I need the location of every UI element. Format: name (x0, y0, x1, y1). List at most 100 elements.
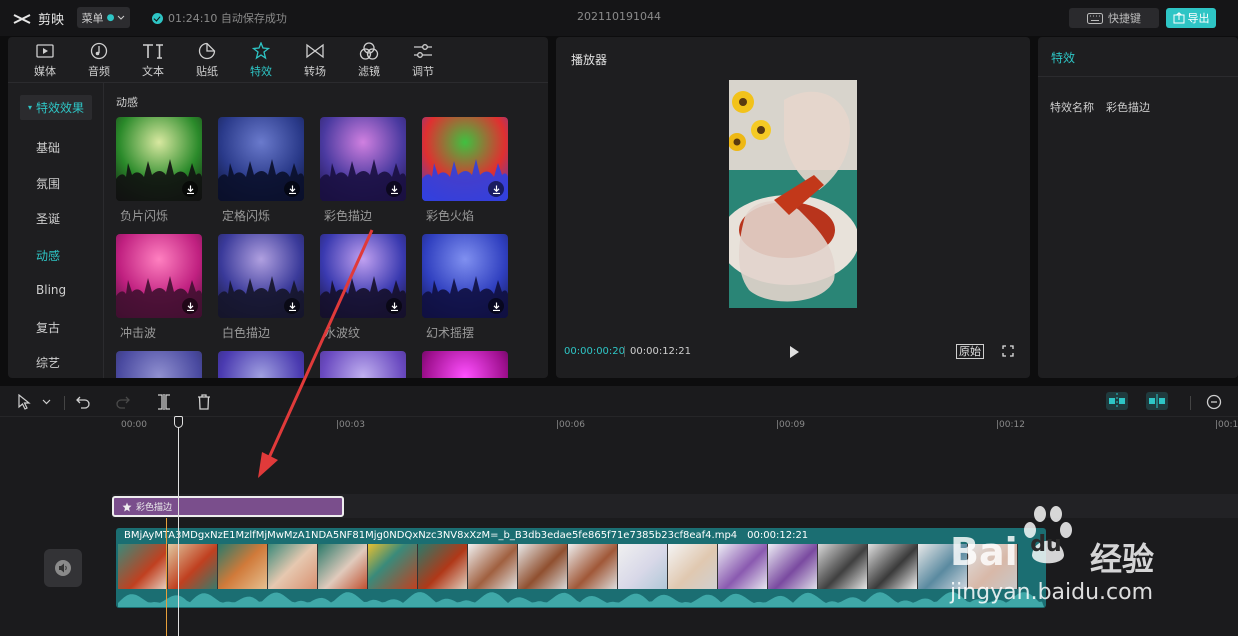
aspect-ratio-button[interactable]: 原始 (956, 344, 984, 359)
playhead-line[interactable] (178, 418, 179, 636)
speaker-icon (55, 560, 71, 576)
fullscreen-icon (1002, 345, 1014, 357)
shortcut-button[interactable]: 快捷键 (1069, 8, 1159, 28)
tab-media[interactable]: 媒体 (18, 37, 72, 83)
sidebar-item-dynamic[interactable]: 动感 (8, 247, 104, 264)
download-icon[interactable] (488, 181, 504, 197)
adjust-icon (413, 41, 433, 61)
sidebar-item-variety[interactable]: 综艺 (8, 354, 104, 371)
sidebar-item-christmas[interactable]: 圣诞 (8, 210, 104, 227)
tab-label: 媒体 (34, 65, 56, 78)
effect-label: 彩色描边 (324, 209, 373, 223)
effect-thumbnail (116, 117, 202, 201)
ruler-label: 00:00 (121, 420, 147, 430)
effect-card[interactable]: 彩色火焰 (422, 117, 508, 224)
undo-button[interactable] (76, 395, 90, 412)
ruler-label: |00:09 (776, 420, 805, 430)
fullscreen-button[interactable] (1002, 345, 1014, 360)
zoom-out-button[interactable] (1206, 394, 1222, 413)
ruler-label: |00:1 (1215, 420, 1238, 430)
effect-label: 冲击波 (120, 326, 157, 340)
filter-icon (359, 41, 379, 61)
sidebar-category-effects[interactable]: ▾ 特效效果 (20, 95, 92, 120)
effect-card[interactable] (320, 351, 406, 378)
toolbar-divider (1190, 396, 1191, 410)
tab-filter[interactable]: 滤镜 (342, 37, 396, 83)
redo-icon (116, 396, 130, 409)
link-clips-icon (1146, 392, 1168, 410)
crowd-silhouette (320, 351, 406, 378)
tab-sticker[interactable]: 贴纸 (180, 37, 234, 83)
redo-button[interactable] (116, 395, 130, 412)
effect-card[interactable]: 白色描边 (218, 234, 304, 341)
video-frame (318, 544, 368, 589)
top-bar: 剪映 菜单 ● 01:24:10 自动保存成功 202110191044 快捷键 … (0, 0, 1238, 36)
export-button[interactable]: 导出 (1166, 8, 1216, 28)
keyboard-icon (1087, 12, 1103, 24)
download-icon[interactable] (386, 181, 402, 197)
effect-card[interactable]: 水波纹 (320, 234, 406, 341)
media-panel: 媒体 音频 文本 贴纸 特效 转场 滤镜 调节 ▾ 特效效果 基础 氛围 圣诞 动… (8, 37, 548, 378)
track-mute-button[interactable] (44, 549, 82, 587)
download-icon[interactable] (284, 181, 300, 197)
sidebar-item-bling[interactable]: Bling (8, 283, 104, 297)
trash-icon (198, 394, 210, 410)
tab-label: 转场 (304, 65, 326, 78)
select-tool[interactable] (17, 393, 53, 413)
delete-button[interactable] (197, 394, 211, 413)
effect-card[interactable] (116, 351, 202, 378)
effect-card[interactable] (422, 351, 508, 378)
link-toggle[interactable] (1146, 392, 1168, 413)
player-panel: 播放器 00:00:00:20 00:00:12:21 原始 (556, 37, 1030, 378)
playhead-handle[interactable] (174, 416, 183, 428)
split-icon (158, 394, 170, 410)
split-button[interactable] (157, 394, 171, 413)
effect-card[interactable]: 彩色描边 (320, 117, 406, 224)
zoom-out-icon (1206, 394, 1222, 410)
project-title: 202110191044 (577, 10, 661, 23)
effect-card[interactable]: 负片闪烁 (116, 117, 202, 224)
sidebar-item-retro[interactable]: 复古 (8, 319, 104, 336)
shortcut-label: 快捷键 (1108, 12, 1141, 25)
sidebar-item-basic[interactable]: 基础 (8, 139, 104, 156)
tab-text[interactable]: 文本 (126, 37, 180, 83)
sidebar-item-atmosphere[interactable]: 氛围 (8, 175, 104, 192)
effect-card[interactable] (218, 351, 304, 378)
download-icon[interactable] (284, 298, 300, 314)
tab-transition[interactable]: 转场 (288, 37, 342, 83)
tab-label: 音频 (88, 65, 110, 78)
download-icon[interactable] (488, 298, 504, 314)
video-clip[interactable]: BMjAyMTA3MDgxNzE1MzlfMjMwMzA1NDA5NF81Mjg… (116, 528, 1046, 608)
download-icon[interactable] (182, 298, 198, 314)
tab-effects[interactable]: 特效 (234, 37, 288, 83)
tab-adjust[interactable]: 调节 (396, 37, 450, 83)
ruler-label: |00:03 (336, 420, 365, 430)
effect-clip[interactable]: 彩色描边 (112, 496, 344, 517)
effect-card[interactable]: 冲击波 (116, 234, 202, 341)
baidu-watermark: Bai du 经验 jingyan.baidu.com (950, 500, 1235, 610)
effect-label: 水波纹 (324, 326, 361, 340)
download-icon[interactable] (386, 298, 402, 314)
current-time: 00:00:00:20 (564, 346, 626, 357)
effect-card[interactable]: 定格闪烁 (218, 117, 304, 224)
effect-card[interactable]: 幻术摇摆 (422, 234, 508, 341)
video-clip-filename: BMjAyMTA3MDgxNzE1MzlfMjMwMzA1NDA5NF81Mjg… (124, 530, 738, 541)
snap-toggle[interactable] (1106, 392, 1128, 413)
download-icon[interactable] (182, 181, 198, 197)
effect-name-label: 特效名称 (1050, 101, 1094, 114)
sticker-icon (198, 41, 216, 61)
video-filmstrip (118, 544, 1044, 589)
play-button[interactable] (789, 346, 799, 361)
effect-label: 白色描边 (222, 326, 271, 340)
total-time: 00:00:12:21 (630, 346, 692, 357)
effect-name-value: 彩色描边 (1106, 101, 1150, 114)
time-ruler[interactable]: 00:00 |00:03 |00:06 |00:09 |00:12 |00:1 (0, 416, 1238, 432)
crowd-silhouette (116, 351, 202, 378)
tab-audio[interactable]: 音频 (72, 37, 126, 83)
effect-thumbnail (422, 351, 508, 378)
text-icon (142, 41, 164, 61)
video-frame (368, 544, 418, 589)
effect-thumbnail (218, 234, 304, 318)
tab-label: 文本 (142, 65, 164, 78)
magnet-snap-icon (1106, 392, 1128, 410)
